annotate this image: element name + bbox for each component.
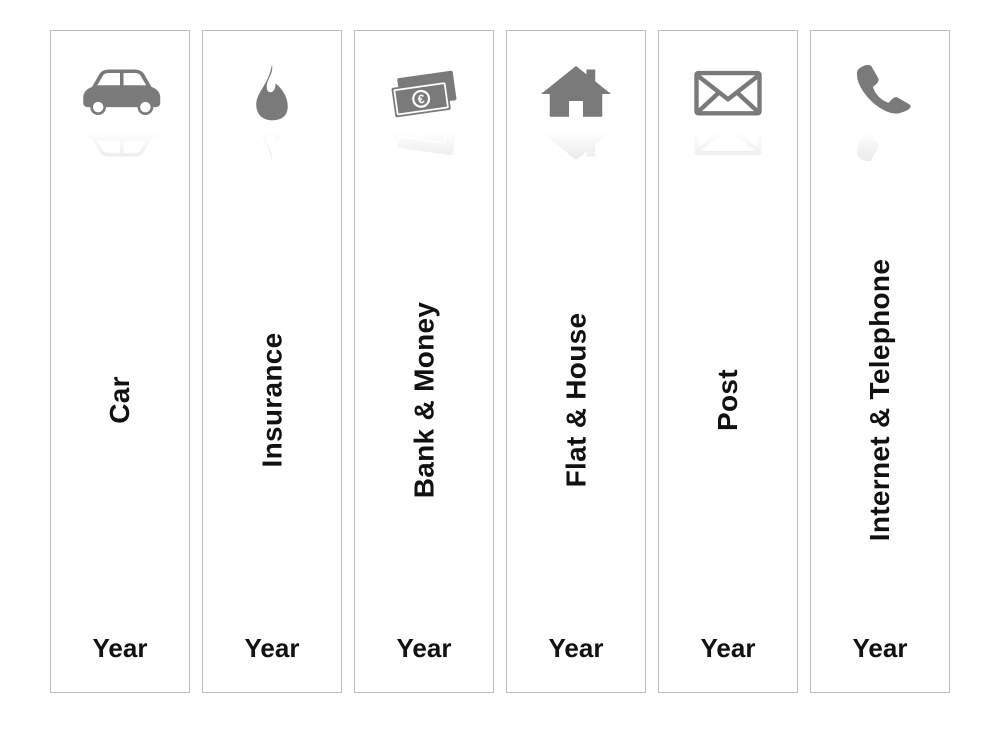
icon-wrap [51, 59, 189, 167]
icon-wrap [659, 59, 797, 167]
binder-spine-sheet: Car Year Insurance Year Bank [0, 0, 1000, 733]
flame-icon-reflection [222, 131, 322, 167]
icon-wrap [507, 59, 645, 167]
spine-title: Insurance [205, 167, 340, 633]
spine-title-text: Bank & Money [408, 302, 440, 499]
envelope-icon [678, 59, 778, 129]
spine-internet-telephone: Internet & Telephone Year [810, 30, 950, 693]
car-icon-reflection [70, 131, 170, 167]
spine-insurance: Insurance Year [202, 30, 342, 693]
car-icon [70, 59, 170, 129]
spine-title-text: Flat & House [560, 313, 592, 488]
spine-title-text: Car [104, 376, 136, 424]
icon-wrap [203, 59, 341, 167]
spine-title: Flat & House [489, 167, 664, 633]
spine-title: Internet & Telephone [739, 167, 1000, 633]
flame-icon [222, 59, 322, 129]
spine-year: Year [245, 633, 300, 664]
spine-title: Car [96, 167, 144, 633]
spine-year: Year [397, 633, 452, 664]
house-icon-reflection [526, 131, 626, 167]
spine-year: Year [701, 633, 756, 664]
spine-year: Year [853, 633, 908, 664]
spine-title-text: Insurance [256, 333, 288, 468]
spine-year: Year [549, 633, 604, 664]
spine-car: Car Year [50, 30, 190, 693]
envelope-icon-reflection [678, 131, 778, 167]
icon-wrap [355, 59, 493, 167]
spine-title-text: Internet & Telephone [864, 259, 896, 541]
phone-icon [830, 59, 930, 129]
spine-flat-house: Flat & House Year [506, 30, 646, 693]
spine-year: Year [93, 633, 148, 664]
house-icon [526, 59, 626, 129]
money-icon-reflection [374, 131, 474, 167]
icon-wrap [811, 59, 949, 167]
money-icon [374, 59, 474, 129]
spine-bank-money: Bank & Money Year [354, 30, 494, 693]
phone-icon-reflection [830, 131, 930, 167]
spine-title-text: Post [712, 369, 744, 431]
